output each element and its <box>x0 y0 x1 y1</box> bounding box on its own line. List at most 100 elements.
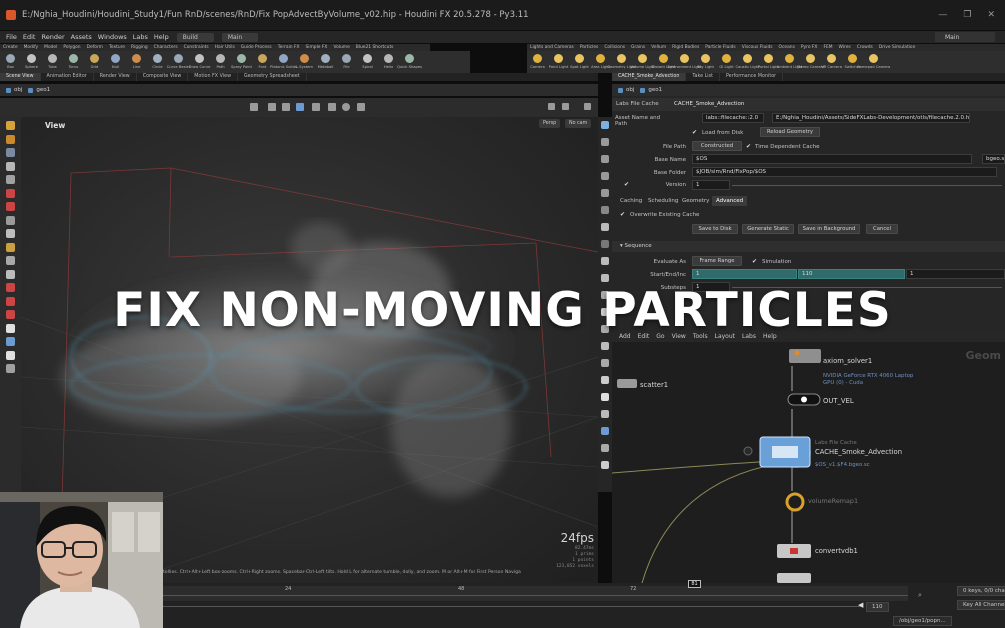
tool-stereo-camera[interactable]: Stereo Camera <box>797 51 824 73</box>
tool-volume-light[interactable]: Volume Light <box>630 51 655 73</box>
left-tool-icon[interactable] <box>6 161 15 171</box>
snap-grid-icon[interactable] <box>282 103 290 111</box>
shelf-tab-volume[interactable]: Volume <box>330 44 352 51</box>
simulation-checkbox[interactable]: ✔ <box>752 259 758 265</box>
left-tool-icon[interactable] <box>6 121 15 130</box>
tool-portal-light[interactable]: Portal Light <box>758 51 779 73</box>
shelf-tab-vellum[interactable]: Vellum <box>648 44 669 51</box>
tool-box[interactable]: Box <box>0 51 21 73</box>
version-checkbox[interactable]: ✔ <box>624 182 630 188</box>
tool-metaball[interactable]: Metaball <box>315 51 336 73</box>
left-tool-icon[interactable] <box>6 229 15 238</box>
tool-torus[interactable]: Torus <box>63 51 84 73</box>
next-node[interactable] <box>777 573 811 583</box>
minimize-icon[interactable]: — <box>938 10 947 20</box>
display-tool-icon[interactable] <box>601 342 609 350</box>
tool-geometry-light[interactable]: Geometry Light <box>607 51 636 73</box>
display-options-icon[interactable] <box>250 103 258 111</box>
shelf-tab-oceans[interactable]: Oceans <box>776 44 798 51</box>
left-tool-icon[interactable] <box>6 337 15 346</box>
tool-point-light[interactable]: Point Light <box>548 51 569 73</box>
display-tool-icon[interactable] <box>601 393 609 401</box>
shelf-tab-drive-simulation[interactable]: Drive Simulation <box>876 44 919 51</box>
left-tool-icon[interactable] <box>6 202 15 211</box>
pane-tab-scene-view[interactable]: Scene View <box>0 73 41 81</box>
asset-name-field[interactable]: labs::filecache::2.0 <box>702 113 764 123</box>
range-slider-track[interactable] <box>163 606 863 607</box>
tool-environment-light[interactable]: Environment Light <box>668 51 701 73</box>
pane-tab-animation-editor[interactable]: Animation Editor <box>41 73 94 81</box>
end-frame-field[interactable]: 110 <box>798 269 905 279</box>
path-obj[interactable]: obj <box>6 87 22 93</box>
axiom-solver-node[interactable] <box>789 349 821 363</box>
current-frame-marker[interactable]: 81 <box>688 580 701 588</box>
tool-spot-light[interactable]: Spot Light <box>569 51 590 73</box>
display-tool-icon[interactable] <box>601 444 609 452</box>
left-tool-icon[interactable] <box>6 242 15 252</box>
extension-field[interactable]: bgeo.sc <box>982 154 1005 164</box>
menu-assets[interactable]: Assets <box>71 33 92 41</box>
load-from-disk-checkbox[interactable]: ✔ <box>692 130 698 136</box>
shelf-tab-blue21-shortcuts[interactable]: Blue21 Shortcuts <box>353 44 397 51</box>
tool-spiral[interactable]: Spiral <box>357 51 378 73</box>
shelf-tab-rigid-bodies[interactable]: Rigid Bodies <box>669 44 702 51</box>
save-to-disk-button[interactable]: Save to Disk <box>692 224 738 234</box>
save-in-background-button[interactable]: Save in Background <box>798 224 860 234</box>
reload-geometry-button[interactable]: Reload Geometry <box>760 127 820 137</box>
generate-static-button[interactable]: Generate Static <box>742 224 794 234</box>
tab-advanced[interactable]: Advanced <box>712 196 748 206</box>
pane-tab-take-list[interactable]: Take List <box>686 73 720 81</box>
menu-labs[interactable]: Labs <box>133 33 148 41</box>
shelf-tab-viscous-fluids[interactable]: Viscous Fluids <box>739 44 776 51</box>
shelf-tab-terrain-fx[interactable]: Terrain FX <box>275 44 303 51</box>
tool-file[interactable]: File <box>336 51 357 73</box>
tab-caching[interactable]: Caching <box>616 196 646 206</box>
desktop-right-select[interactable]: Main <box>935 32 995 42</box>
evaluate-as-menu[interactable]: Frame Range <box>692 256 742 266</box>
shelf-tab-create[interactable]: Create <box>0 44 21 51</box>
tool-sphere[interactable]: Sphere <box>21 51 42 73</box>
shelf-tab-deform[interactable]: Deform <box>84 44 106 51</box>
tool-gamepad-camera[interactable]: Gamepad Camera <box>857 51 890 73</box>
snap-icon[interactable] <box>268 103 276 111</box>
shelf-tab-simple-fx[interactable]: Simple FX <box>303 44 331 51</box>
tab-scheduling[interactable]: Scheduling <box>644 196 682 206</box>
left-tool-icon[interactable] <box>6 188 15 198</box>
tool-area-light[interactable]: Area Light <box>590 51 611 73</box>
tool-sky-light[interactable]: Sky Light <box>695 51 716 73</box>
shelf-tab-lights-and-cameras[interactable]: Lights and Cameras <box>527 44 577 51</box>
cache-node-input-icon[interactable] <box>743 446 753 456</box>
overwrite-checkbox[interactable]: ✔ <box>620 212 626 218</box>
pane-settings-icon[interactable] <box>584 103 591 110</box>
tool-platonic-solids[interactable]: Platonic Solids <box>270 51 297 73</box>
tool-quick-shapes[interactable]: Quick Shapes <box>397 51 422 73</box>
path-geo1-right[interactable]: geo1 <box>640 87 662 93</box>
asset-path-field[interactable]: E:/Nghia_Houdini/Assets/SideFXLabs-Devel… <box>772 113 970 123</box>
time-dependent-checkbox[interactable]: ✔ <box>746 144 752 150</box>
menu-windows[interactable]: Windows <box>98 33 127 41</box>
menu-file[interactable]: File <box>6 33 17 41</box>
display-tool-icon[interactable] <box>601 121 609 129</box>
tool-l-system[interactable]: L-System <box>294 51 315 73</box>
tool-path[interactable]: Path <box>210 51 231 73</box>
tool-ambient-light[interactable]: Ambient Light <box>777 51 802 73</box>
version-field[interactable]: 1 <box>692 180 730 190</box>
shelf-tab-pyro-fx[interactable]: Pyro FX <box>798 44 821 51</box>
pane-tab-render-view[interactable]: Render View <box>94 73 137 81</box>
base-name-field[interactable]: $OS <box>692 154 972 164</box>
handles-icon[interactable] <box>312 103 320 111</box>
path-obj-right[interactable]: obj <box>618 87 634 93</box>
display-tool-icon[interactable] <box>601 461 609 469</box>
network-view[interactable]: Add Edit Go View Tools Layout Labs Help … <box>612 331 1005 583</box>
tool-null[interactable]: Null <box>105 51 126 73</box>
path-geo1[interactable]: geo1 <box>28 87 50 93</box>
cancel-button[interactable]: Cancel <box>866 224 898 234</box>
menu-render[interactable]: Render <box>41 33 64 41</box>
tab-geometry[interactable]: Geometry <box>678 196 713 206</box>
shelf-tab-guide-process[interactable]: Guide Process <box>238 44 275 51</box>
tool-circle[interactable]: Circle <box>147 51 168 73</box>
display-tool-icon[interactable] <box>601 359 609 367</box>
shelf-tab-hair-utils[interactable]: Hair Utils <box>212 44 238 51</box>
snap-active-icon[interactable] <box>296 103 304 111</box>
render-region-icon[interactable] <box>328 103 336 111</box>
